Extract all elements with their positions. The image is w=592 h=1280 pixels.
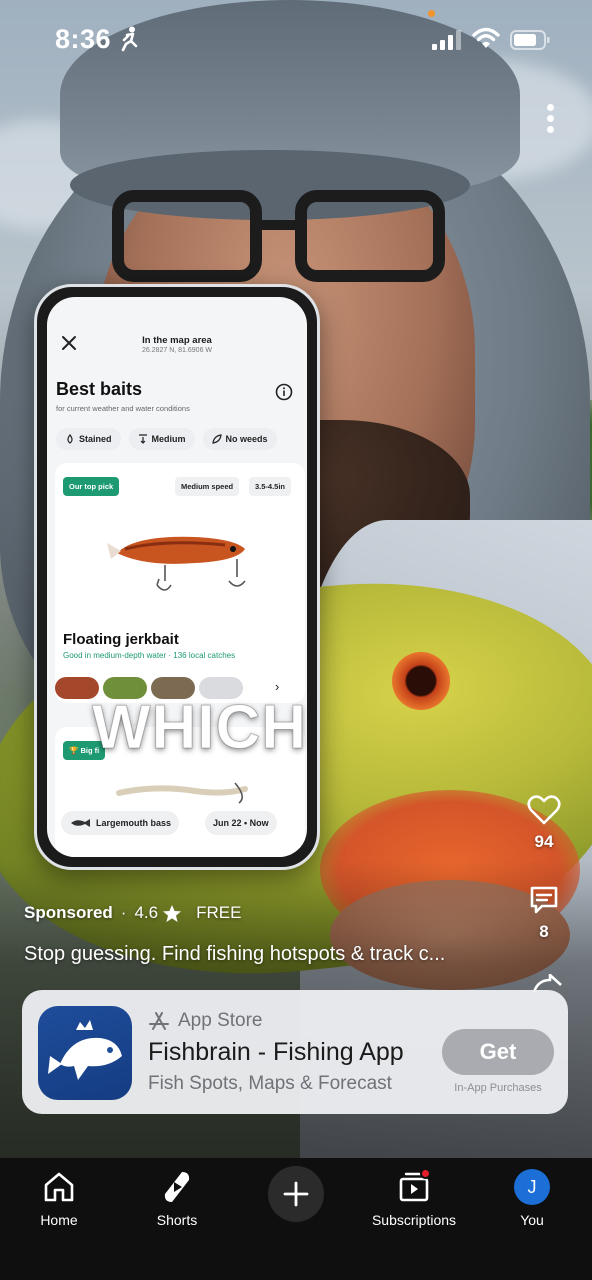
chip-water-clarity: Stained xyxy=(56,428,121,450)
best-baits-title: Best baits xyxy=(56,379,143,399)
chip-label: Medium xyxy=(151,434,186,444)
nav-home-label: Home xyxy=(40,1212,78,1228)
fishbrain-app-icon xyxy=(38,1006,132,1100)
app-subtitle: Fish Spots, Maps & Forecast xyxy=(148,1073,392,1094)
date-chip: Jun 22 • Now xyxy=(205,811,277,835)
chip-depth: Medium xyxy=(128,428,195,450)
store-line: App Store xyxy=(148,1010,263,1032)
chip-label: No weeds xyxy=(225,434,268,444)
app-store-icon xyxy=(149,1012,169,1030)
size-tag: 3.5-4.5in xyxy=(249,477,292,496)
chip-weeds: No weeds xyxy=(202,428,277,450)
in-app-purchases-label: In-App Purchases xyxy=(454,1082,542,1094)
nav-you[interactable]: J You xyxy=(482,1168,582,1228)
nav-shorts[interactable]: Shorts xyxy=(127,1168,227,1228)
water-drop-icon xyxy=(67,434,73,444)
caption-overlay-text: WHICH xyxy=(91,693,308,763)
speed-tag: Medium speed xyxy=(175,477,240,496)
wifi-icon xyxy=(472,27,500,48)
soft-plastic-lure-image xyxy=(116,782,248,804)
nav-subscriptions[interactable]: Subscriptions xyxy=(364,1168,464,1228)
like-button[interactable]: 94 xyxy=(520,794,568,852)
nav-home[interactable]: Home xyxy=(9,1168,109,1228)
status-bar: 8:36 xyxy=(0,0,592,80)
plus-icon xyxy=(283,1181,309,1207)
like-count: 94 xyxy=(534,832,554,851)
notification-dot xyxy=(420,1168,431,1179)
avatar: J xyxy=(514,1169,550,1205)
leaf-icon xyxy=(211,434,222,444)
app-name: Fishbrain - Fishing App xyxy=(148,1038,404,1066)
info-icon xyxy=(275,383,293,401)
sponsored-label: Sponsored xyxy=(24,903,113,922)
get-button[interactable]: Get xyxy=(442,1029,554,1075)
comment-count: 8 xyxy=(539,922,549,941)
bottom-navigation: Home Shorts Subscriptions J You xyxy=(0,1158,592,1280)
separator-dot: · xyxy=(120,903,127,922)
heart-icon xyxy=(527,795,561,825)
bass-fish-icon xyxy=(71,819,90,827)
home-icon xyxy=(44,1172,74,1202)
best-baits-subtitle: for current weather and water conditions xyxy=(56,404,190,413)
date-label: Jun 22 • Now xyxy=(213,818,269,828)
create-button[interactable] xyxy=(268,1166,324,1222)
map-area-title: In the map area xyxy=(142,335,212,346)
chip-label: Stained xyxy=(79,434,112,444)
store-name: App Store xyxy=(178,1010,263,1031)
jerkbait-lure-image xyxy=(107,536,246,591)
nav-shorts-label: Shorts xyxy=(156,1212,198,1228)
app-price: FREE xyxy=(196,903,242,922)
map-coordinates: 26.2827 N, 81.6906 W xyxy=(141,347,213,354)
phone-mockup: In the map area 26.2827 N, 81.6906 W Bes… xyxy=(34,284,320,870)
top-pick-badge: Our top pick xyxy=(63,477,120,496)
cellular-signal-icon xyxy=(432,30,462,50)
nav-you-label: You xyxy=(520,1212,544,1228)
sponsored-line: Sponsored · 4.6 FREE xyxy=(24,903,241,923)
glasses-bridge xyxy=(258,220,300,230)
battery-icon xyxy=(510,30,550,50)
bait-description: Good in medium-depth water · 136 local c… xyxy=(63,651,236,660)
nav-subscriptions-label: Subscriptions xyxy=(371,1212,457,1228)
phone-screen: In the map area 26.2827 N, 81.6906 W Bes… xyxy=(47,297,307,857)
species-chip: Largemouth bass xyxy=(61,811,180,835)
more-options-icon[interactable] xyxy=(540,104,560,136)
glasses-lens xyxy=(112,190,262,282)
species-label: Largemouth bass xyxy=(96,818,172,828)
ad-description[interactable]: Stop guessing. Find fishing hotspots & t… xyxy=(24,943,445,966)
activity-running-icon xyxy=(121,26,138,52)
bait-name: Floating jerkbait xyxy=(63,631,179,648)
shorts-icon xyxy=(164,1172,190,1202)
comment-icon xyxy=(530,886,558,914)
glasses-lens xyxy=(295,190,445,282)
app-rating: 4.6 xyxy=(134,903,159,922)
privacy-indicator-dot xyxy=(428,10,435,17)
condition-chips: Stained Medium No weeds xyxy=(56,428,277,450)
depth-icon xyxy=(138,434,147,444)
comments-button[interactable]: 8 xyxy=(520,884,568,942)
app-install-card[interactable]: App Store Fishbrain - Fishing App Fish S… xyxy=(22,990,568,1114)
bait-card: Our top pick Medium speed 3.5-4.5in Floa… xyxy=(55,463,305,703)
star-icon xyxy=(163,904,182,922)
fish-eye xyxy=(392,652,450,710)
status-time: 8:36 xyxy=(55,24,112,54)
fish-logo-icon xyxy=(48,1020,122,1080)
